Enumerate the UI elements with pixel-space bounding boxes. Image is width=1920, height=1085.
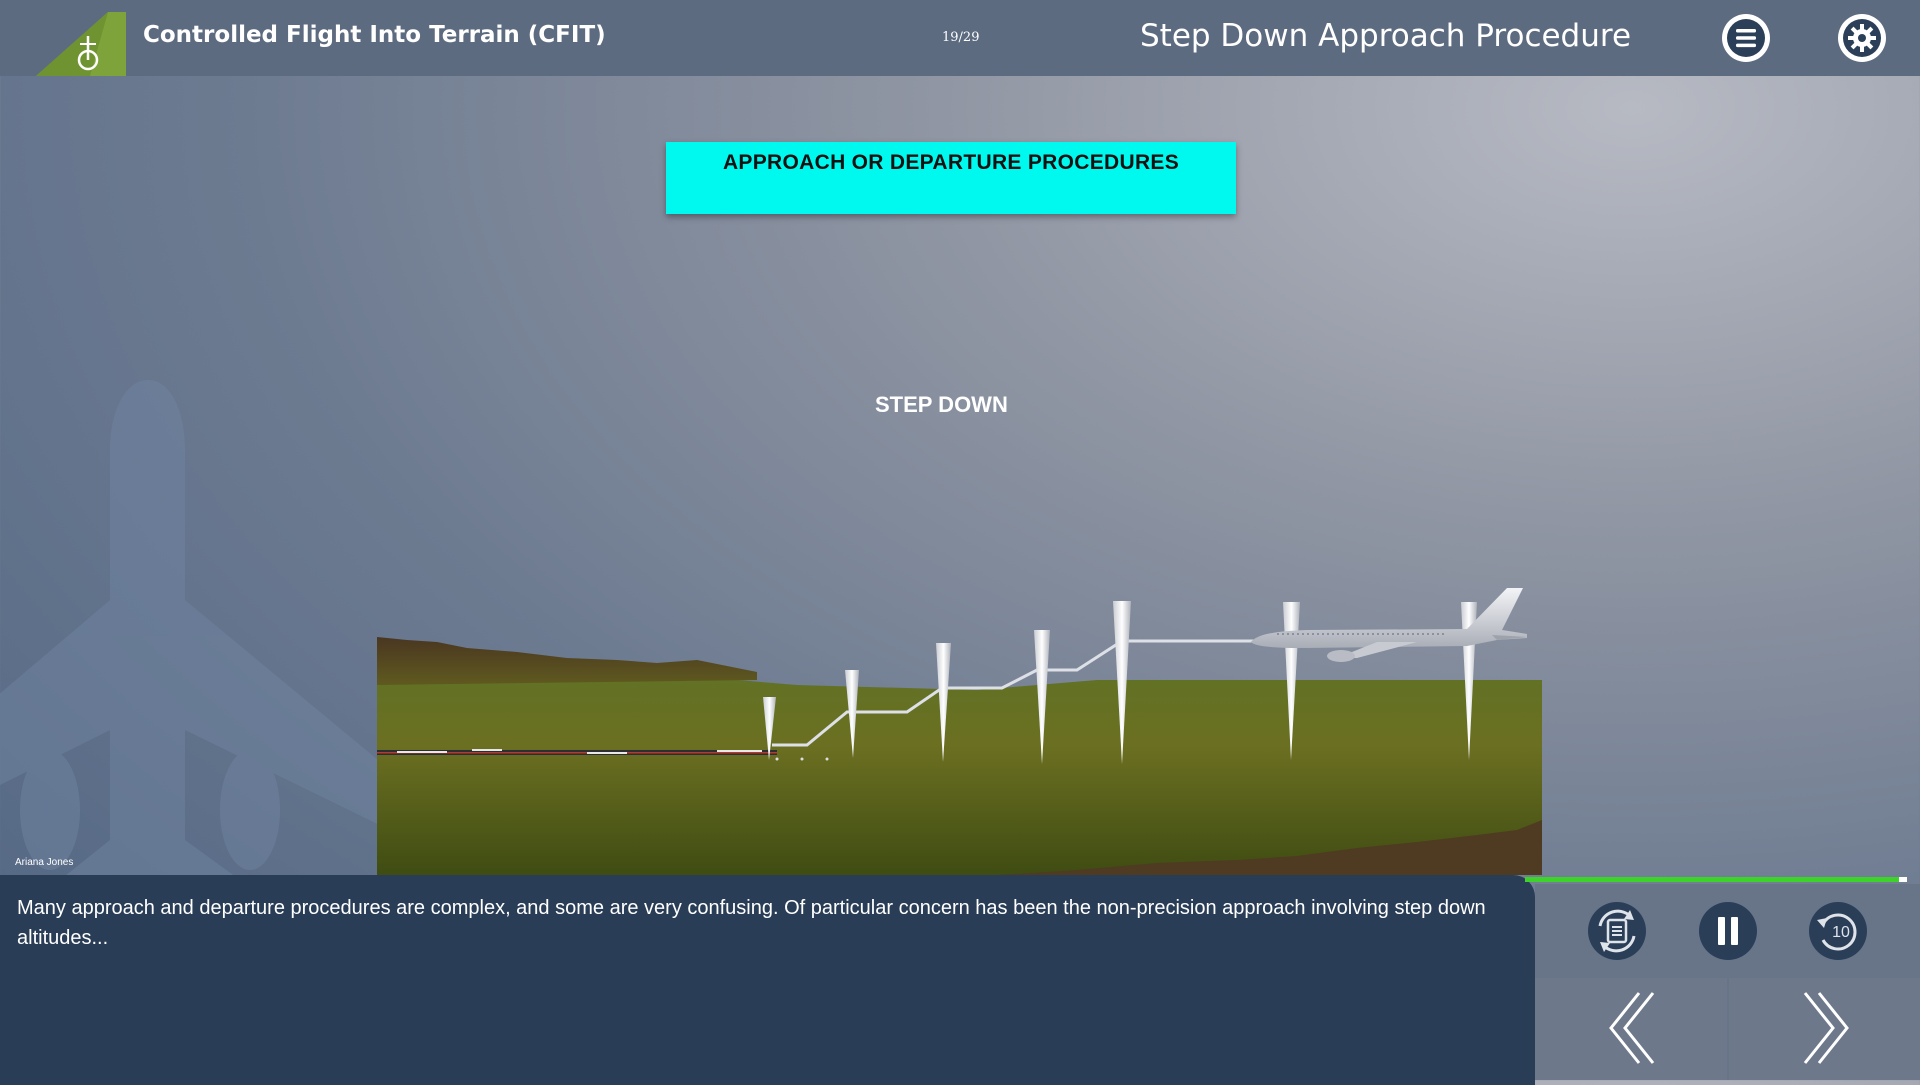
next-icon bbox=[1803, 992, 1849, 1064]
gear-icon bbox=[1843, 19, 1881, 57]
course-title: Controlled Flight Into Terrain (CFIT) bbox=[143, 22, 606, 48]
airline-tail-logo-icon bbox=[36, 12, 126, 76]
hamburger-menu-icon bbox=[1727, 19, 1765, 57]
pause-button[interactable] bbox=[1697, 900, 1759, 962]
caption-panel: Many approach and departure procedures a… bbox=[0, 875, 1535, 1085]
terrain-ridge bbox=[377, 637, 757, 685]
banner-text: APPROACH OR DEPARTURE PROCEDURES bbox=[722, 151, 1180, 174]
playback-progress-bar[interactable] bbox=[1525, 877, 1907, 882]
replay-10-button[interactable]: 10 bbox=[1807, 900, 1869, 962]
caption-text: Many approach and departure procedures a… bbox=[17, 897, 1486, 949]
next-button[interactable] bbox=[1795, 988, 1855, 1068]
step-down-label: STEP DOWN bbox=[875, 392, 1008, 417]
pause-icon bbox=[1699, 902, 1757, 960]
transcript-icon bbox=[1588, 902, 1646, 960]
page-counter: 19/29 bbox=[942, 30, 980, 45]
progress-fill bbox=[1525, 877, 1900, 882]
menu-button[interactable] bbox=[1722, 14, 1770, 62]
author-credit: Ariana Jones bbox=[15, 857, 74, 868]
background-airplane-silhouette bbox=[0, 380, 390, 890]
previous-button[interactable] bbox=[1603, 988, 1663, 1068]
top-bar: Controlled Flight Into Terrain (CFIT) 19… bbox=[0, 0, 1920, 76]
transcript-button[interactable] bbox=[1586, 900, 1648, 962]
settings-button[interactable] bbox=[1838, 14, 1886, 62]
procedures-banner: APPROACH OR DEPARTURE PROCEDURES bbox=[666, 142, 1236, 214]
slide-title: Step Down Approach Procedure bbox=[1140, 18, 1632, 54]
replay-seconds-label: 10 bbox=[1832, 924, 1850, 941]
step-down-approach-diagram bbox=[377, 588, 1542, 875]
replay-10-icon: 10 bbox=[1809, 902, 1867, 960]
previous-icon bbox=[1609, 992, 1655, 1064]
